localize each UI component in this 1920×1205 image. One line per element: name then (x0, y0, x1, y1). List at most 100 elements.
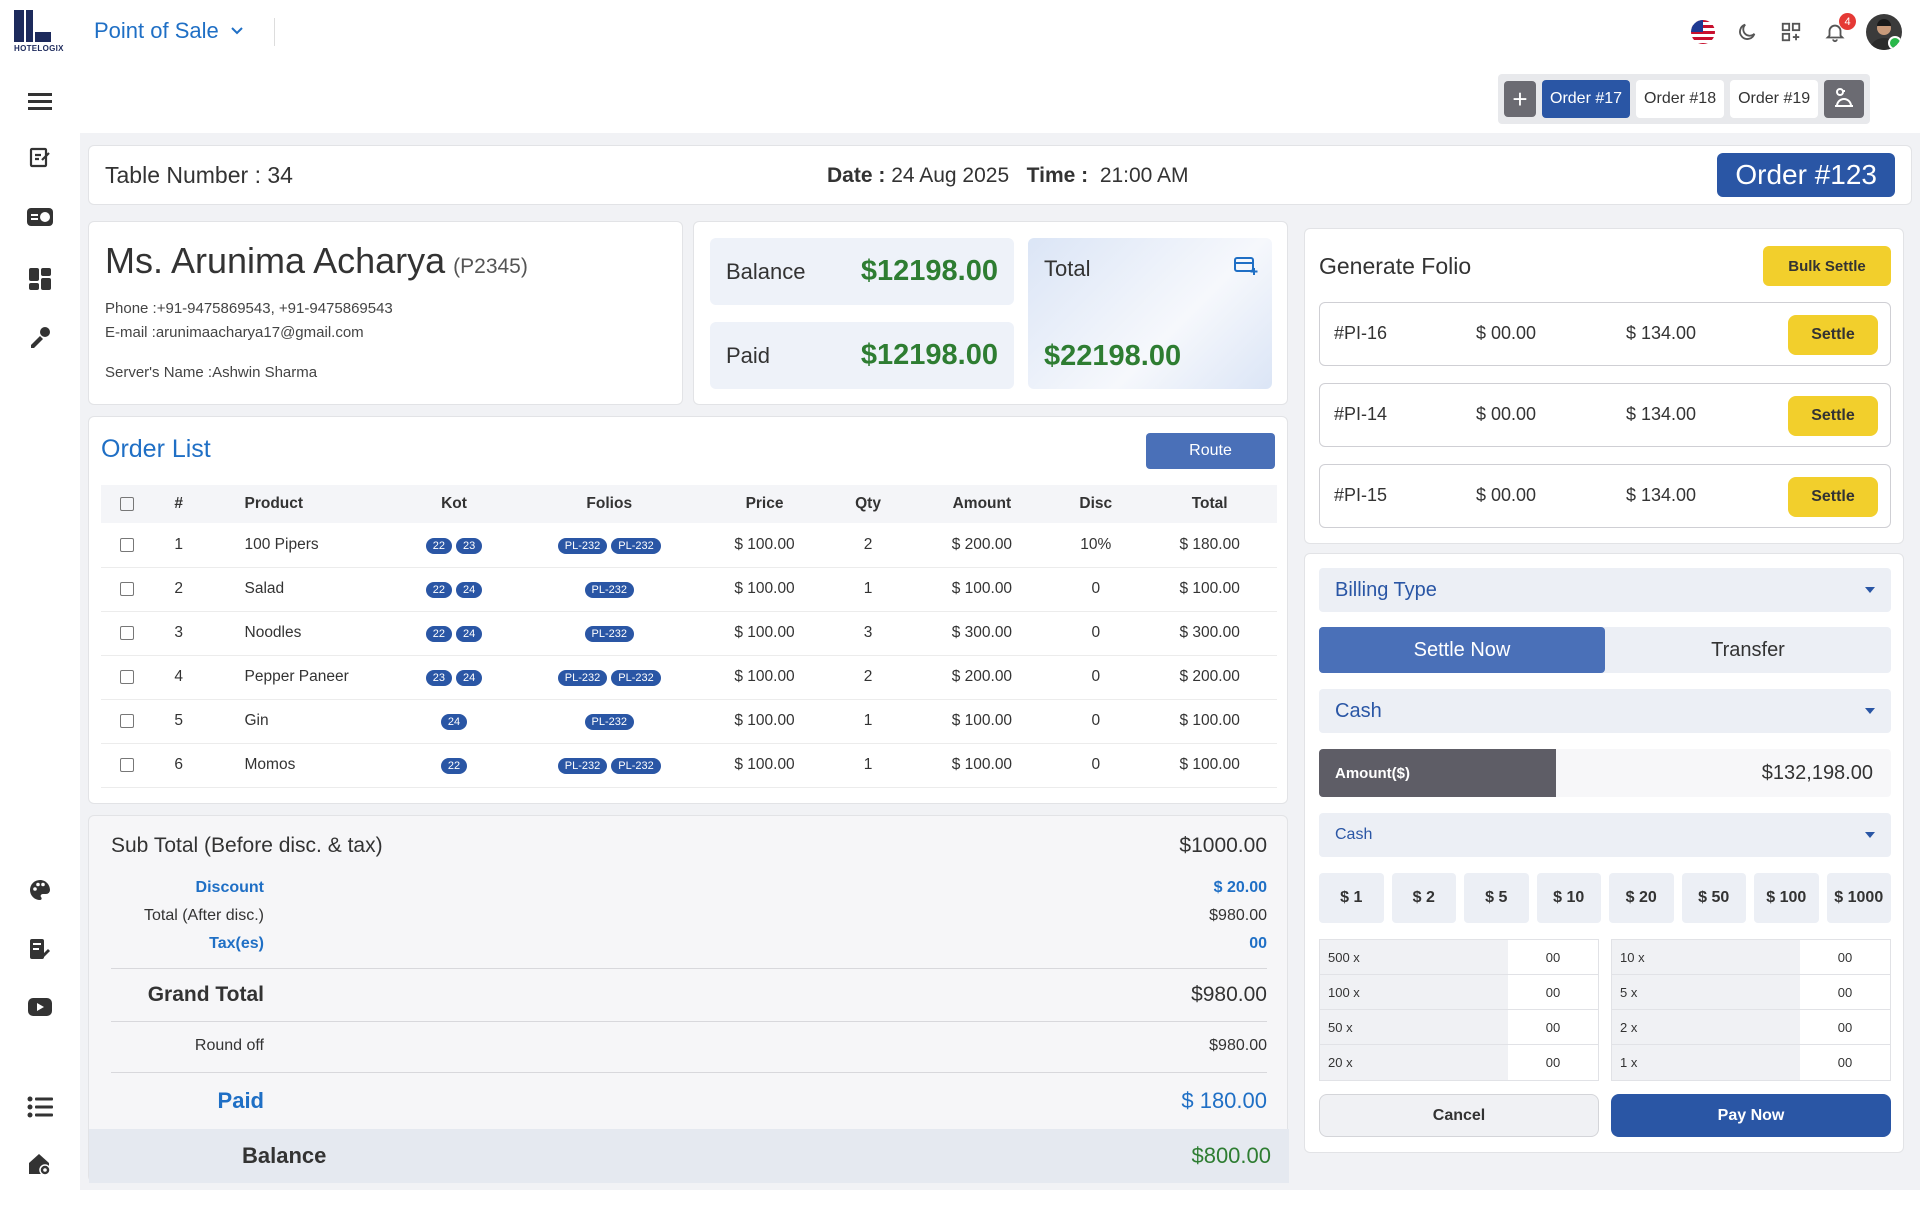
module-selector[interactable]: Point of Sale (94, 18, 243, 44)
kot-pill[interactable]: 22 (440, 758, 468, 774)
tools-icon[interactable] (26, 323, 54, 351)
count-label: 1 x (1612, 1045, 1800, 1080)
table-row[interactable]: 4 Pepper Paneer 23 24 PL-232 PL-232 $ 100.… (101, 655, 1277, 700)
bell-icon[interactable]: 4 (1822, 13, 1856, 45)
denomination-button[interactable]: $ 10 (1536, 873, 1601, 923)
table-row[interactable]: 6 Momos 22 PL-232 PL-232 $ 100.00 1 $ 100… (101, 743, 1277, 788)
module-title: Point of Sale (94, 18, 219, 43)
settle-button[interactable]: Settle (1788, 477, 1878, 517)
row-checkbox[interactable] (119, 757, 134, 772)
tab-order-19[interactable]: Order #19 (1730, 80, 1819, 118)
kot-pill[interactable]: 23 (455, 537, 483, 554)
total-cell: $ 300.00 (1142, 611, 1277, 656)
count-input[interactable]: 00 (1508, 975, 1598, 1009)
cash-count-row: 10 x 00 (1612, 940, 1890, 975)
billing-type-select[interactable]: Billing Type (1319, 568, 1891, 612)
total-box: Total $22198.00 (1028, 238, 1272, 389)
select-all-checkbox[interactable] (119, 496, 134, 511)
qty-cell: 2 (821, 655, 915, 700)
after-discount-row: Total (After disc.) $980.00 (143, 907, 1267, 924)
row-checkbox[interactable] (119, 713, 134, 728)
denomination-button[interactable]: $ 20 (1609, 873, 1674, 923)
id-card-icon[interactable] (26, 203, 54, 231)
folio-pill[interactable]: PL-232 (611, 758, 661, 774)
payment-panel: Billing Type Settle Now Transfer Cash Am… (1304, 553, 1904, 1153)
add-card-icon[interactable] (1234, 256, 1258, 281)
folio-pill[interactable]: PL-232 (557, 670, 608, 686)
folio-pill[interactable]: PL-232 (584, 626, 634, 642)
list-icon[interactable] (26, 1093, 54, 1121)
folio-pill[interactable]: PL-232 (611, 537, 661, 554)
table-row[interactable]: 1 100 Pipers 22 23 PL-232 PL-232 $ 100.00 … (101, 523, 1277, 568)
folio-pill[interactable]: PL-232 (557, 537, 608, 554)
folio-pill[interactable]: PL-232 (557, 758, 608, 774)
count-input[interactable]: 00 (1800, 975, 1890, 1009)
payment-method-select[interactable]: Cash (1319, 689, 1891, 733)
chef-icon[interactable] (1824, 80, 1865, 118)
row-checkbox[interactable] (119, 581, 134, 596)
product-name: Pepper Paneer (204, 655, 398, 700)
kot-pill[interactable]: 24 (440, 714, 468, 730)
denomination-button[interactable]: $ 1 (1319, 873, 1384, 923)
moon-icon[interactable] (1734, 19, 1760, 45)
settle-now-tab[interactable]: Settle Now (1319, 627, 1605, 673)
kot-pill[interactable]: 23 (425, 670, 452, 686)
count-input[interactable]: 00 (1508, 1045, 1598, 1080)
settle-button[interactable]: Settle (1788, 315, 1878, 355)
denomination-button[interactable]: $ 5 (1464, 873, 1529, 923)
top-actions: 4 (1690, 13, 1902, 50)
report-icon[interactable] (26, 935, 54, 963)
dashboard-icon[interactable] (26, 265, 54, 293)
table-row[interactable]: 5 Gin 24 PL-232 $ 100.00 1 $ 100.00 0 $ … (101, 699, 1277, 744)
pay-now-button[interactable]: Pay Now (1611, 1094, 1891, 1137)
kot-pill[interactable]: 22 (425, 626, 452, 642)
folio-pill[interactable]: PL-232 (611, 670, 661, 686)
kot-pill[interactable]: 22 (425, 582, 452, 598)
settle-button[interactable]: Settle (1788, 396, 1878, 436)
table-row[interactable]: 2 Salad 22 24 PL-232 $ 100.00 1 $ 100.00 … (101, 567, 1277, 612)
denomination-button[interactable]: $ 100 (1754, 873, 1819, 923)
edit-note-icon[interactable] (26, 143, 54, 171)
palette-icon[interactable] (26, 876, 54, 904)
amount-field[interactable]: Amount($) $132,198.00 (1319, 749, 1891, 797)
folio-pill[interactable]: PL-232 (584, 582, 634, 598)
bulk-settle-button[interactable]: Bulk Settle (1763, 246, 1891, 286)
user-avatar[interactable] (1866, 14, 1902, 50)
row-checkbox[interactable] (119, 625, 134, 640)
video-icon[interactable] (26, 993, 54, 1021)
apps-grid-icon[interactable] (1778, 19, 1804, 45)
kot-cell: 23 24 (397, 655, 511, 700)
menu-icon[interactable] (26, 87, 54, 115)
add-order-button[interactable]: + (1504, 81, 1536, 117)
tab-order-17[interactable]: Order #17 (1542, 80, 1631, 118)
cancel-button[interactable]: Cancel (1319, 1094, 1599, 1137)
denomination-button[interactable]: $ 1000 (1826, 873, 1891, 923)
count-input[interactable]: 00 (1508, 1010, 1598, 1044)
tab-order-18[interactable]: Order #18 (1636, 80, 1725, 118)
kot-cell: 22 23 (397, 523, 511, 568)
home-settings-icon[interactable] (26, 1150, 54, 1178)
denomination-button[interactable]: $ 50 (1681, 873, 1746, 923)
count-input[interactable]: 00 (1800, 1010, 1890, 1044)
cash-type-select[interactable]: Cash (1319, 813, 1891, 857)
top-bar (0, 0, 1920, 63)
row-checkbox[interactable] (119, 537, 134, 552)
kot-pill[interactable]: 24 (455, 582, 483, 598)
row-checkbox[interactable] (119, 669, 134, 684)
us-flag-icon[interactable] (1690, 19, 1716, 45)
kot-pill[interactable]: 24 (455, 670, 483, 686)
kot-pill[interactable]: 22 (425, 537, 452, 554)
hotelogix-logo[interactable]: HOTELOGIX (12, 8, 70, 56)
denomination-button[interactable]: $ 2 (1391, 873, 1456, 923)
count-input[interactable]: 00 (1800, 940, 1890, 974)
folio-pill[interactable]: PL-232 (584, 714, 634, 730)
transfer-tab[interactable]: Transfer (1605, 627, 1891, 673)
route-button[interactable]: Route (1146, 433, 1275, 469)
row-number: 1 (152, 523, 205, 568)
cash-count-right: 10 x 00 5 x 00 2 x 00 1 x 00 (1611, 939, 1891, 1081)
count-input[interactable]: 00 (1800, 1045, 1890, 1080)
table-row[interactable]: 3 Noodles 22 24 PL-232 $ 100.00 3 $ 300.0… (101, 611, 1277, 656)
guest-phone: Phone :+91-9475869543, +91-9475869543 (105, 300, 393, 317)
count-input[interactable]: 00 (1508, 940, 1598, 974)
kot-pill[interactable]: 24 (455, 626, 483, 642)
